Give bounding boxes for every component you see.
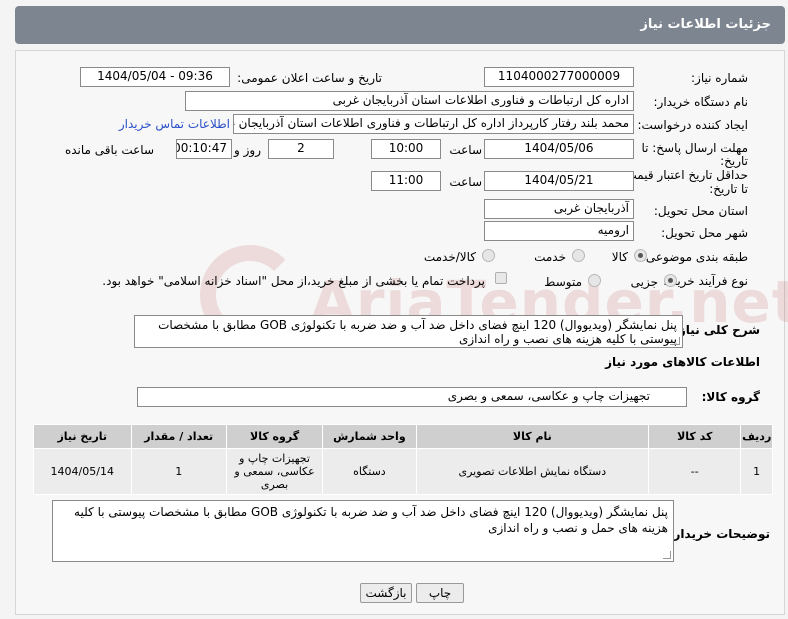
creator-label: ایجاد کننده درخواست: bbox=[637, 118, 748, 132]
validity-label-2: تا تاریخ: bbox=[709, 182, 748, 196]
cell-row: 1 bbox=[740, 448, 773, 495]
deadline-time-field: 10:00 bbox=[371, 139, 441, 159]
col-qty: تعداد / مقدار bbox=[130, 424, 227, 449]
category-label: طبقه بندی موضوعی: bbox=[641, 250, 748, 264]
deadline-date-field: 1404/05/06 bbox=[484, 139, 634, 159]
validity-label: حداقل تاریخ اعتبار قیمت: bbox=[621, 168, 748, 182]
buyer-notes-textarea: پنل نمایشگر (ویدیووال) 120 اینچ فضای داخ… bbox=[52, 500, 674, 562]
summary-text: پنل نمایشگر (ویدیووال) 120 اینچ فضای داخ… bbox=[158, 318, 677, 346]
treasury-checkbox[interactable] bbox=[495, 272, 507, 284]
category-service-radio[interactable] bbox=[572, 249, 585, 262]
goods-section-title: اطلاعات کالاهای مورد نیاز bbox=[605, 355, 760, 369]
goods-group-field: تجهیزات چاپ و عکاسی، سمعی و بصری bbox=[137, 387, 687, 407]
validity-hour-label: ساعت bbox=[449, 175, 482, 189]
province-field: آذربایجان غربی bbox=[484, 199, 634, 219]
remaining-time-label: ساعت باقی مانده bbox=[64, 143, 154, 157]
col-name: نام کالا bbox=[415, 424, 650, 449]
need-number-label: شماره نیاز: bbox=[691, 71, 748, 85]
process-medium-radio[interactable] bbox=[588, 274, 601, 287]
header-bar: جزئیات اطلاعات نیاز bbox=[15, 6, 785, 44]
summary-textarea: پنل نمایشگر (ویدیووال) 120 اینچ فضای داخ… bbox=[134, 315, 683, 348]
items-table: ردیف کد کالا نام کالا واحد شمارش گروه کا… bbox=[33, 424, 773, 495]
province-label: استان محل تحویل: bbox=[653, 204, 748, 218]
payment-note: پرداخت تمام یا بخشی از مبلغ خرید،از محل … bbox=[102, 274, 485, 288]
category-both-label: کالا/خدمت bbox=[423, 250, 476, 264]
goods-group-label: گروه کالا: bbox=[701, 390, 760, 404]
cell-name: دستگاه نمایش اطلاعات تصویری bbox=[415, 448, 650, 495]
print-button[interactable]: چاپ bbox=[416, 583, 464, 603]
days-field: 2 bbox=[268, 139, 334, 159]
category-service-label: خدمت bbox=[534, 250, 566, 264]
creator-field: محمد بلند رفتار کارپرداز اداره کل ارتباط… bbox=[233, 114, 634, 134]
col-date: تاریخ نیاز bbox=[33, 424, 132, 449]
process-minor-radio[interactable] bbox=[664, 274, 677, 287]
announce-field: 1404/05/04 - 09:36 bbox=[80, 67, 230, 87]
remaining-time-field: 00:10:47 bbox=[176, 139, 232, 159]
contact-info-link[interactable]: اطلاعات تماس خریدار bbox=[119, 117, 230, 131]
table-header-row: ردیف کد کالا نام کالا واحد شمارش گروه کا… bbox=[33, 424, 773, 449]
col-code: کد کالا bbox=[648, 424, 742, 449]
buyer-org-field: اداره کل ارتباطات و فناوری اطلاعات استان… bbox=[185, 91, 634, 111]
validity-date-field: 1404/05/21 bbox=[484, 171, 634, 191]
announce-label: تاریخ و ساعت اعلان عمومی: bbox=[237, 71, 382, 85]
category-goods-radio[interactable] bbox=[634, 249, 647, 262]
cell-unit: دستگاه bbox=[322, 448, 417, 495]
days-label: روز و bbox=[234, 143, 261, 157]
deadline-label: مهلت ارسال پاسخ: تا bbox=[641, 141, 748, 155]
process-minor-label: جزیی bbox=[630, 275, 658, 289]
table-row: 1 -- دستگاه نمایش اطلاعات تصویری دستگاه … bbox=[33, 448, 773, 495]
deadline-hour-label: ساعت bbox=[449, 143, 482, 157]
cell-qty: 1 bbox=[130, 448, 227, 495]
buyer-org-label: نام دستگاه خریدار: bbox=[653, 95, 749, 109]
buyer-notes-text: پنل نمایشگر (ویدیووال) 120 اینچ فضای داخ… bbox=[74, 505, 668, 535]
validity-time-field: 11:00 bbox=[371, 171, 441, 191]
cell-code: -- bbox=[648, 448, 742, 495]
process-medium-label: متوسط bbox=[544, 275, 582, 289]
cell-date: 1404/05/14 bbox=[33, 448, 132, 495]
col-unit: واحد شمارش bbox=[322, 424, 417, 449]
back-button[interactable]: بازگشت bbox=[360, 583, 412, 603]
city-field: ارومیه bbox=[484, 221, 634, 241]
col-group: گروه کالا bbox=[225, 424, 324, 449]
page: جزئیات اطلاعات نیاز AriaTender.net شماره… bbox=[0, 0, 788, 619]
deadline-label-2: تاریخ: bbox=[720, 154, 748, 168]
cell-group: تجهیزات چاپ و عکاسی، سمعی و بصری bbox=[225, 448, 324, 495]
category-both-radio[interactable] bbox=[482, 249, 495, 262]
city-label: شهر محل تحویل: bbox=[661, 226, 748, 240]
need-number-field: 1104000277000009 bbox=[484, 67, 634, 87]
category-goods-label: کالا bbox=[611, 250, 628, 264]
col-row: ردیف bbox=[740, 424, 773, 449]
summary-label: شرح کلی نیاز: bbox=[674, 323, 760, 337]
page-title: جزئیات اطلاعات نیاز bbox=[640, 17, 771, 32]
buyer-notes-label: توضیحات خریدار: bbox=[668, 527, 770, 541]
